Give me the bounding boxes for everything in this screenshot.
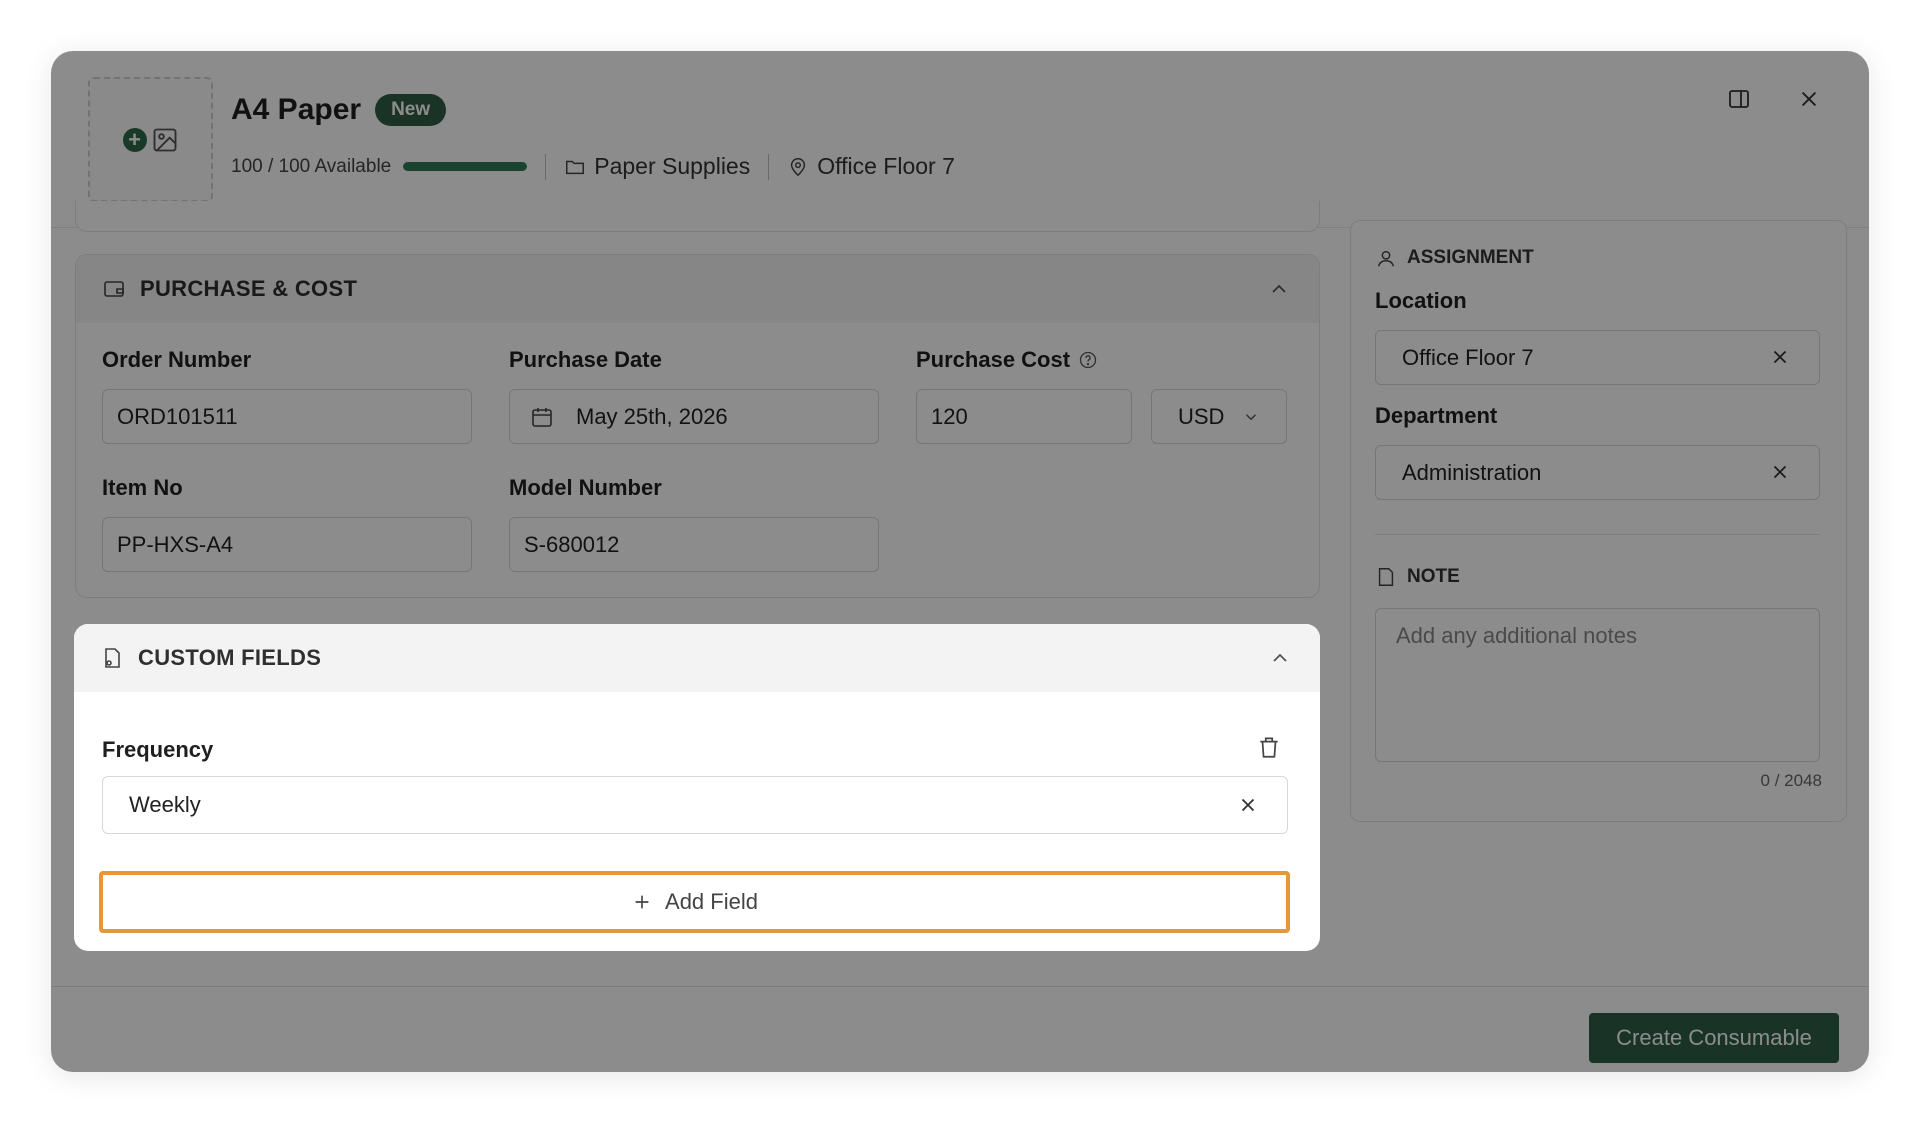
availability-bar-fill: [403, 162, 528, 171]
file-settings-icon: [105, 648, 120, 668]
purchase-date-input[interactable]: May 25th, 2026: [509, 389, 879, 444]
chevron-up-icon[interactable]: [1268, 646, 1292, 670]
chevron-down-icon: [1246, 413, 1257, 420]
assignment-title: ASSIGNMENT: [1407, 247, 1534, 268]
divider: [768, 153, 770, 180]
model-number-label: Model Number: [509, 475, 662, 500]
item-no-label: Item No: [102, 475, 183, 500]
folder-icon: [566, 160, 585, 174]
custom-fields-section: CUSTOM FIELDS Frequency Weekly Add Field: [74, 624, 1320, 951]
location-link[interactable]: Office Floor 7: [787, 153, 955, 180]
assignment-panel: ASSIGNMENT Location Office Floor 7 Depar…: [1350, 220, 1847, 822]
purchase-cost-input[interactable]: 120: [916, 389, 1132, 444]
trash-icon[interactable]: [1256, 734, 1282, 760]
map-pin-icon: [791, 157, 806, 176]
add-field-button[interactable]: Add Field: [99, 871, 1290, 933]
status-badge: New: [375, 94, 447, 126]
add-field-label: Add Field: [665, 889, 758, 914]
note-title: NOTE: [1407, 566, 1460, 587]
add-circle-icon: +: [122, 127, 147, 152]
sidebar-panel-icon: [1729, 90, 1749, 108]
clear-department-icon[interactable]: [1769, 461, 1791, 483]
order-number-value: ORD101511: [117, 403, 238, 429]
divider: [1375, 534, 1820, 535]
purchase-cost-value: 120: [931, 403, 968, 429]
note-counter: 0 / 2048: [1760, 771, 1822, 790]
availability-text: 100 / 100 Available: [231, 155, 392, 177]
chevron-up-icon[interactable]: [1267, 277, 1291, 301]
previous-section: [75, 201, 1320, 232]
custom-fields-title: CUSTOM FIELDS: [138, 645, 322, 670]
plus-icon: [635, 895, 649, 909]
department-select-value: Administration: [1402, 459, 1542, 485]
note-placeholder: Add any additional notes: [1396, 623, 1637, 648]
category-link[interactable]: Paper Supplies: [564, 153, 750, 180]
purchase-cost-section: PURCHASE & COST Order Number ORD101511 P…: [75, 254, 1320, 598]
purchase-cost-header[interactable]: PURCHASE & COST: [76, 255, 1319, 323]
location-select[interactable]: Office Floor 7: [1375, 330, 1820, 385]
purchase-date-label: Purchase Date: [509, 347, 662, 372]
order-number-label: Order Number: [102, 347, 252, 372]
custom-fields-header[interactable]: CUSTOM FIELDS: [74, 624, 1320, 692]
category-label: Paper Supplies: [594, 153, 751, 179]
currency-select[interactable]: USD: [1151, 389, 1287, 444]
purchase-cost-label: Purchase Cost: [916, 347, 1071, 372]
create-consumable-button[interactable]: Create Consumable: [1589, 1013, 1839, 1063]
wallet-icon: [104, 281, 124, 297]
item-no-input[interactable]: PP-HXS-A4: [102, 517, 472, 572]
purchase-cost-title: PURCHASE & COST: [140, 276, 358, 301]
footer-divider: [51, 986, 1869, 987]
order-number-input[interactable]: ORD101511: [102, 389, 472, 444]
clear-value-icon[interactable]: [1237, 794, 1259, 816]
custom-field-label: Frequency: [102, 737, 214, 762]
image-upload[interactable]: +: [88, 77, 213, 202]
department-field-label: Department: [1375, 403, 1498, 428]
image-icon: [153, 128, 176, 151]
assignment-header: ASSIGNMENT: [1375, 247, 1534, 269]
availability-bar: [403, 162, 528, 171]
custom-field-value: Weekly: [129, 792, 201, 817]
model-number-input[interactable]: S-680012: [509, 517, 879, 572]
location-label: Office Floor 7: [817, 153, 955, 179]
custom-field-select[interactable]: Weekly: [102, 776, 1288, 834]
clear-location-icon[interactable]: [1769, 346, 1791, 368]
department-select[interactable]: Administration: [1375, 445, 1820, 500]
file-icon: [1378, 568, 1394, 586]
purchase-cost-label-group: Purchase Cost: [916, 347, 1098, 373]
location-select-value: Office Floor 7: [1402, 344, 1534, 370]
toggle-panel-button[interactable]: [1719, 79, 1759, 119]
divider: [545, 153, 547, 180]
item-modal: + A4 Paper New 100 / 100 Available Paper…: [51, 51, 1869, 1072]
location-field-label: Location: [1375, 288, 1467, 313]
note-textarea[interactable]: Add any additional notes: [1375, 608, 1820, 762]
model-number-value: S-680012: [524, 531, 620, 557]
item-title: A4 Paper: [231, 93, 362, 126]
purchase-date-value: May 25th, 2026: [576, 403, 728, 429]
close-button[interactable]: [1789, 79, 1829, 119]
note-header: NOTE: [1375, 566, 1460, 588]
currency-value: USD: [1178, 403, 1225, 429]
close-icon: [1801, 91, 1817, 107]
help-icon[interactable]: [1078, 350, 1098, 370]
user-pin-icon: [1377, 250, 1395, 267]
item-no-value: PP-HXS-A4: [117, 531, 234, 557]
calendar-icon: [532, 407, 552, 427]
